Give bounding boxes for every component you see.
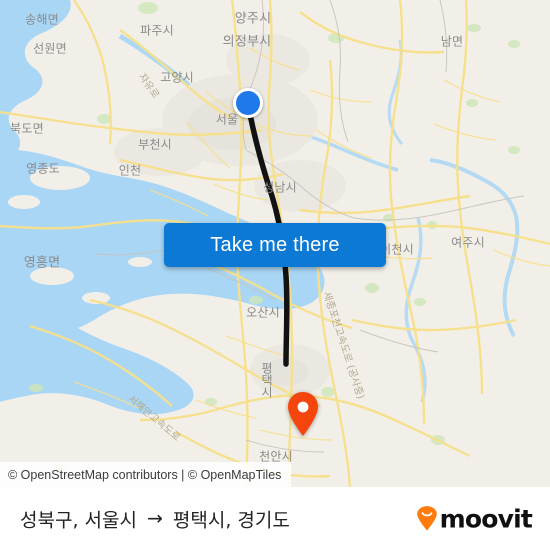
map-label: 인천 [118,163,142,178]
moovit-logo[interactable]: moovit [416,504,533,533]
attribution-text[interactable]: © OpenStreetMap contributors | © OpenMap… [8,468,281,482]
origin-marker[interactable] [233,88,263,118]
moovit-pin-icon [416,506,437,531]
map-label: 평택시 [259,361,274,399]
map-label: 의정부시 [222,34,272,50]
footer-bar: 성북구, 서울시 → 평택시, 경기도 moovit [0,487,550,550]
map-label: 선원면 [33,41,67,56]
destination-place-label: 평택시, 경기도 [172,509,290,531]
map-label: 영종도 [26,161,60,176]
map-attribution: © OpenStreetMap contributors | © OpenMap… [0,462,292,487]
take-me-there-button[interactable]: Take me there [164,223,386,267]
map-label: 파주시 [140,23,174,38]
map-label: 양주시 [234,11,272,27]
route-summary: 성북구, 서울시 → 평택시, 경기도 [20,505,290,532]
map-label: 고양시 [160,70,194,85]
map-pin-icon [288,392,318,436]
origin-place-label: 성북구, 서울시 [20,509,137,531]
map-canvas[interactable]: 송해면 선원면 파주시 양주시 의정부시 남면 고양시 북도면 서울 부천시 인… [0,0,550,487]
map-label: 송해면 [25,12,59,27]
take-me-there-label: Take me there [210,233,340,256]
map-label: 부천시 [138,137,172,152]
map-label: 서울 [215,112,239,127]
map-label: 남면 [440,34,464,49]
moovit-route-preview: 송해면 선원면 파주시 양주시 의정부시 남면 고양시 북도면 서울 부천시 인… [0,0,550,550]
map-label: 북도면 [10,121,44,136]
map-label: 여주시 [451,235,485,250]
moovit-wordmark: moovit [439,504,533,533]
map-label: 영흥면 [23,255,61,271]
arrow-right-icon: → [146,507,163,530]
map-label: 성남시 [263,180,297,195]
map-label: 오산시 [246,305,280,320]
